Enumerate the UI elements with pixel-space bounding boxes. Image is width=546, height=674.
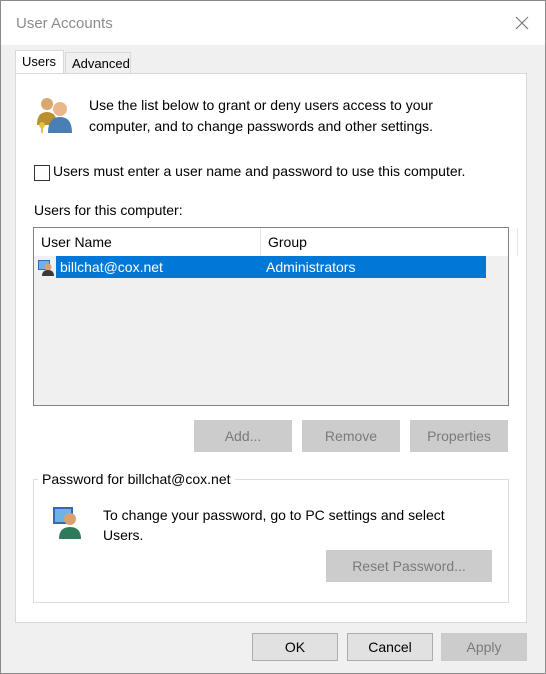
users-list-label: Users for this computer: xyxy=(34,202,183,218)
title-bar: User Accounts xyxy=(1,1,545,45)
remove-user-button[interactable]: Remove xyxy=(302,420,400,452)
ok-button[interactable]: OK xyxy=(252,633,338,661)
list-item[interactable]: billchat@cox.net Administrators xyxy=(34,256,486,278)
reset-password-button[interactable]: Reset Password... xyxy=(326,550,492,582)
close-icon xyxy=(515,16,529,30)
add-user-button[interactable]: Add... xyxy=(194,420,292,452)
column-header-group[interactable]: Group xyxy=(261,228,518,256)
require-login-label[interactable]: Users must enter a user name and passwor… xyxy=(53,163,465,179)
users-group-icon xyxy=(37,98,72,133)
window-title: User Accounts xyxy=(16,15,113,32)
require-login-checkbox[interactable] xyxy=(34,165,50,181)
group-cell: Administrators xyxy=(262,256,486,278)
properties-button[interactable]: Properties xyxy=(410,420,508,452)
apply-button[interactable]: Apply xyxy=(441,633,527,661)
user-icon xyxy=(38,260,54,276)
users-list[interactable]: User Name Group billchat@cox.net Adminis… xyxy=(33,227,518,406)
tab-users[interactable]: Users xyxy=(15,50,64,74)
intro-text: Use the list below to grant or deny user… xyxy=(89,97,433,134)
user-accounts-dialog: User Accounts Users Advanced Use the lis… xyxy=(0,0,546,674)
close-button[interactable] xyxy=(499,1,545,45)
password-help-text: To change your password, go to PC settin… xyxy=(103,507,445,543)
user-name-cell: billchat@cox.net xyxy=(56,256,262,278)
list-header: User Name Group xyxy=(34,228,518,256)
tab-advanced[interactable]: Advanced xyxy=(65,52,131,74)
password-group-label: Password for billchat@cox.net xyxy=(38,471,235,487)
user-password-icon xyxy=(53,507,81,539)
column-header-user-name[interactable]: User Name xyxy=(34,228,261,256)
cancel-button[interactable]: Cancel xyxy=(347,633,433,661)
